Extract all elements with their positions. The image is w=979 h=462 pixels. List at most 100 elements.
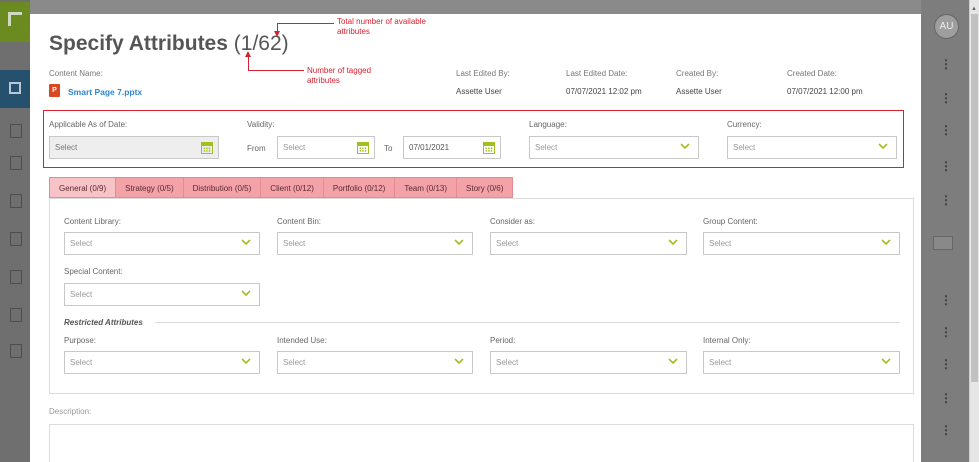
title-text: Specify Attributes	[49, 32, 228, 55]
description-textarea[interactable]	[49, 424, 914, 462]
validity-from-input[interactable]: Select	[277, 136, 375, 159]
last-edited-date-label: Last Edited Date:	[566, 69, 628, 78]
chevron-down-icon	[241, 290, 251, 297]
chevron-down-icon	[668, 358, 678, 365]
specify-attributes-modal: Specify Attributes (1/62) Content Name: …	[30, 14, 921, 462]
kebab-icon: ⋮	[940, 160, 952, 172]
background-dropdown	[933, 236, 953, 250]
created-by-value: Assette User	[676, 87, 722, 96]
annotation-connector	[248, 55, 249, 70]
annotation-line: Number of tagged	[307, 66, 372, 75]
language-value: Select	[535, 143, 558, 152]
annotation-tagged-attributes: Number of tagged attributes	[307, 66, 371, 86]
calendar-icon[interactable]	[357, 142, 369, 154]
select-placeholder: Select	[496, 358, 519, 367]
intended-use-label: Intended Use:	[277, 336, 327, 345]
table-icon	[10, 232, 22, 246]
select-placeholder: Select	[709, 358, 732, 367]
kebab-icon: ⋮	[940, 392, 952, 404]
tab-client[interactable]: Client (0/12)	[261, 177, 324, 198]
chevron-down-icon	[241, 358, 251, 365]
tab-story[interactable]: Story (0/6)	[457, 177, 514, 198]
internal-only-label: Internal Only:	[703, 336, 751, 345]
annotation-line: attributes	[337, 27, 370, 36]
file-name-link[interactable]: Smart Page 7.pptx	[68, 87, 142, 97]
kebab-icon: ⋮	[940, 194, 952, 206]
chevron-down-icon	[454, 239, 464, 246]
select-placeholder: Select	[70, 290, 93, 299]
arrow-down-icon	[274, 31, 280, 37]
avatar: AU	[934, 14, 959, 39]
last-edited-by-value: Assette User	[456, 87, 502, 96]
document-icon	[10, 156, 22, 170]
chevron-down-icon	[878, 143, 888, 150]
select-placeholder: Select	[283, 239, 306, 248]
content-bin-select[interactable]: Select	[277, 232, 473, 255]
document-icon	[10, 270, 22, 284]
tab-distribution[interactable]: Distribution (0/5)	[183, 177, 262, 198]
tab-portfolio[interactable]: Portfolio (0/12)	[323, 177, 396, 198]
content-library-label: Content Library:	[64, 217, 121, 226]
created-date-value: 07/07/2021 12:00 pm	[787, 87, 863, 96]
description-label: Description:	[49, 407, 92, 416]
arrow-up-icon	[245, 51, 251, 57]
select-placeholder: Select	[709, 239, 732, 248]
tab-strategy[interactable]: Strategy (0/5)	[116, 177, 184, 198]
validity-label: Validity:	[247, 120, 275, 129]
content-bin-label: Content Bin:	[277, 217, 322, 226]
consider-as-label: Consider as:	[490, 217, 535, 226]
document-edit-icon	[10, 308, 22, 322]
language-select[interactable]: Select	[529, 136, 699, 159]
applicable-date-input[interactable]: Select	[49, 136, 219, 159]
period-label: Period:	[490, 336, 516, 345]
kebab-icon: ⋮	[940, 326, 952, 338]
annotation-connector	[248, 70, 304, 71]
kebab-icon: ⋮	[940, 358, 952, 370]
select-placeholder: Select	[70, 358, 93, 367]
last-edited-by-label: Last Edited By:	[456, 69, 510, 78]
chevron-down-icon	[881, 358, 891, 365]
edit-icon	[9, 82, 21, 94]
group-content-select[interactable]: Select	[703, 232, 900, 255]
select-placeholder: Select	[70, 239, 93, 248]
annotation-line: Total number of available	[337, 17, 426, 26]
annotation-line: attributes	[307, 76, 340, 85]
purpose-label: Purpose:	[64, 336, 97, 345]
special-content-label: Special Content:	[64, 267, 123, 276]
tab-general[interactable]: General (0/9)	[49, 177, 117, 198]
currency-label: Currency:	[727, 120, 762, 129]
currency-select[interactable]: Select	[727, 136, 897, 159]
chevron-down-icon	[680, 143, 690, 150]
sidebar-active-item	[0, 70, 30, 108]
scroll-up-arrow-icon[interactable]: ▲	[971, 6, 977, 12]
calendar-icon[interactable]	[483, 142, 495, 154]
intended-use-select[interactable]: Select	[277, 351, 473, 374]
content-library-select[interactable]: Select	[64, 232, 260, 255]
currency-value: Select	[733, 143, 756, 152]
annotation-connector	[278, 23, 334, 24]
select-placeholder: Select	[283, 358, 306, 367]
purpose-select[interactable]: Select	[64, 351, 260, 374]
tab-team[interactable]: Team (0/13)	[395, 177, 458, 198]
grid-icon	[10, 124, 22, 138]
internal-only-select[interactable]: Select	[703, 351, 900, 374]
mail-icon	[10, 344, 22, 358]
last-edited-date-value: 07/07/2021 12:02 pm	[566, 87, 642, 96]
kebab-icon: ⋮	[940, 58, 952, 70]
language-label: Language:	[529, 120, 567, 129]
calendar-icon[interactable]	[201, 142, 213, 154]
kebab-icon: ⋮	[940, 124, 952, 136]
restricted-attributes-heading: Restricted Attributes	[64, 318, 143, 327]
scrollbar-thumb[interactable]	[971, 14, 978, 382]
chevron-down-icon	[668, 239, 678, 246]
validity-from-value: Select	[283, 143, 306, 152]
validity-to-input[interactable]: 07/01/2021	[403, 136, 501, 159]
period-select[interactable]: Select	[490, 351, 687, 374]
special-content-select[interactable]: Select	[64, 283, 260, 306]
applicable-date-value: Select	[55, 143, 78, 152]
consider-as-select[interactable]: Select	[490, 232, 687, 255]
chevron-down-icon	[454, 358, 464, 365]
validity-to-value: 07/01/2021	[409, 143, 450, 152]
select-placeholder: Select	[496, 239, 519, 248]
document-icon	[10, 194, 22, 208]
